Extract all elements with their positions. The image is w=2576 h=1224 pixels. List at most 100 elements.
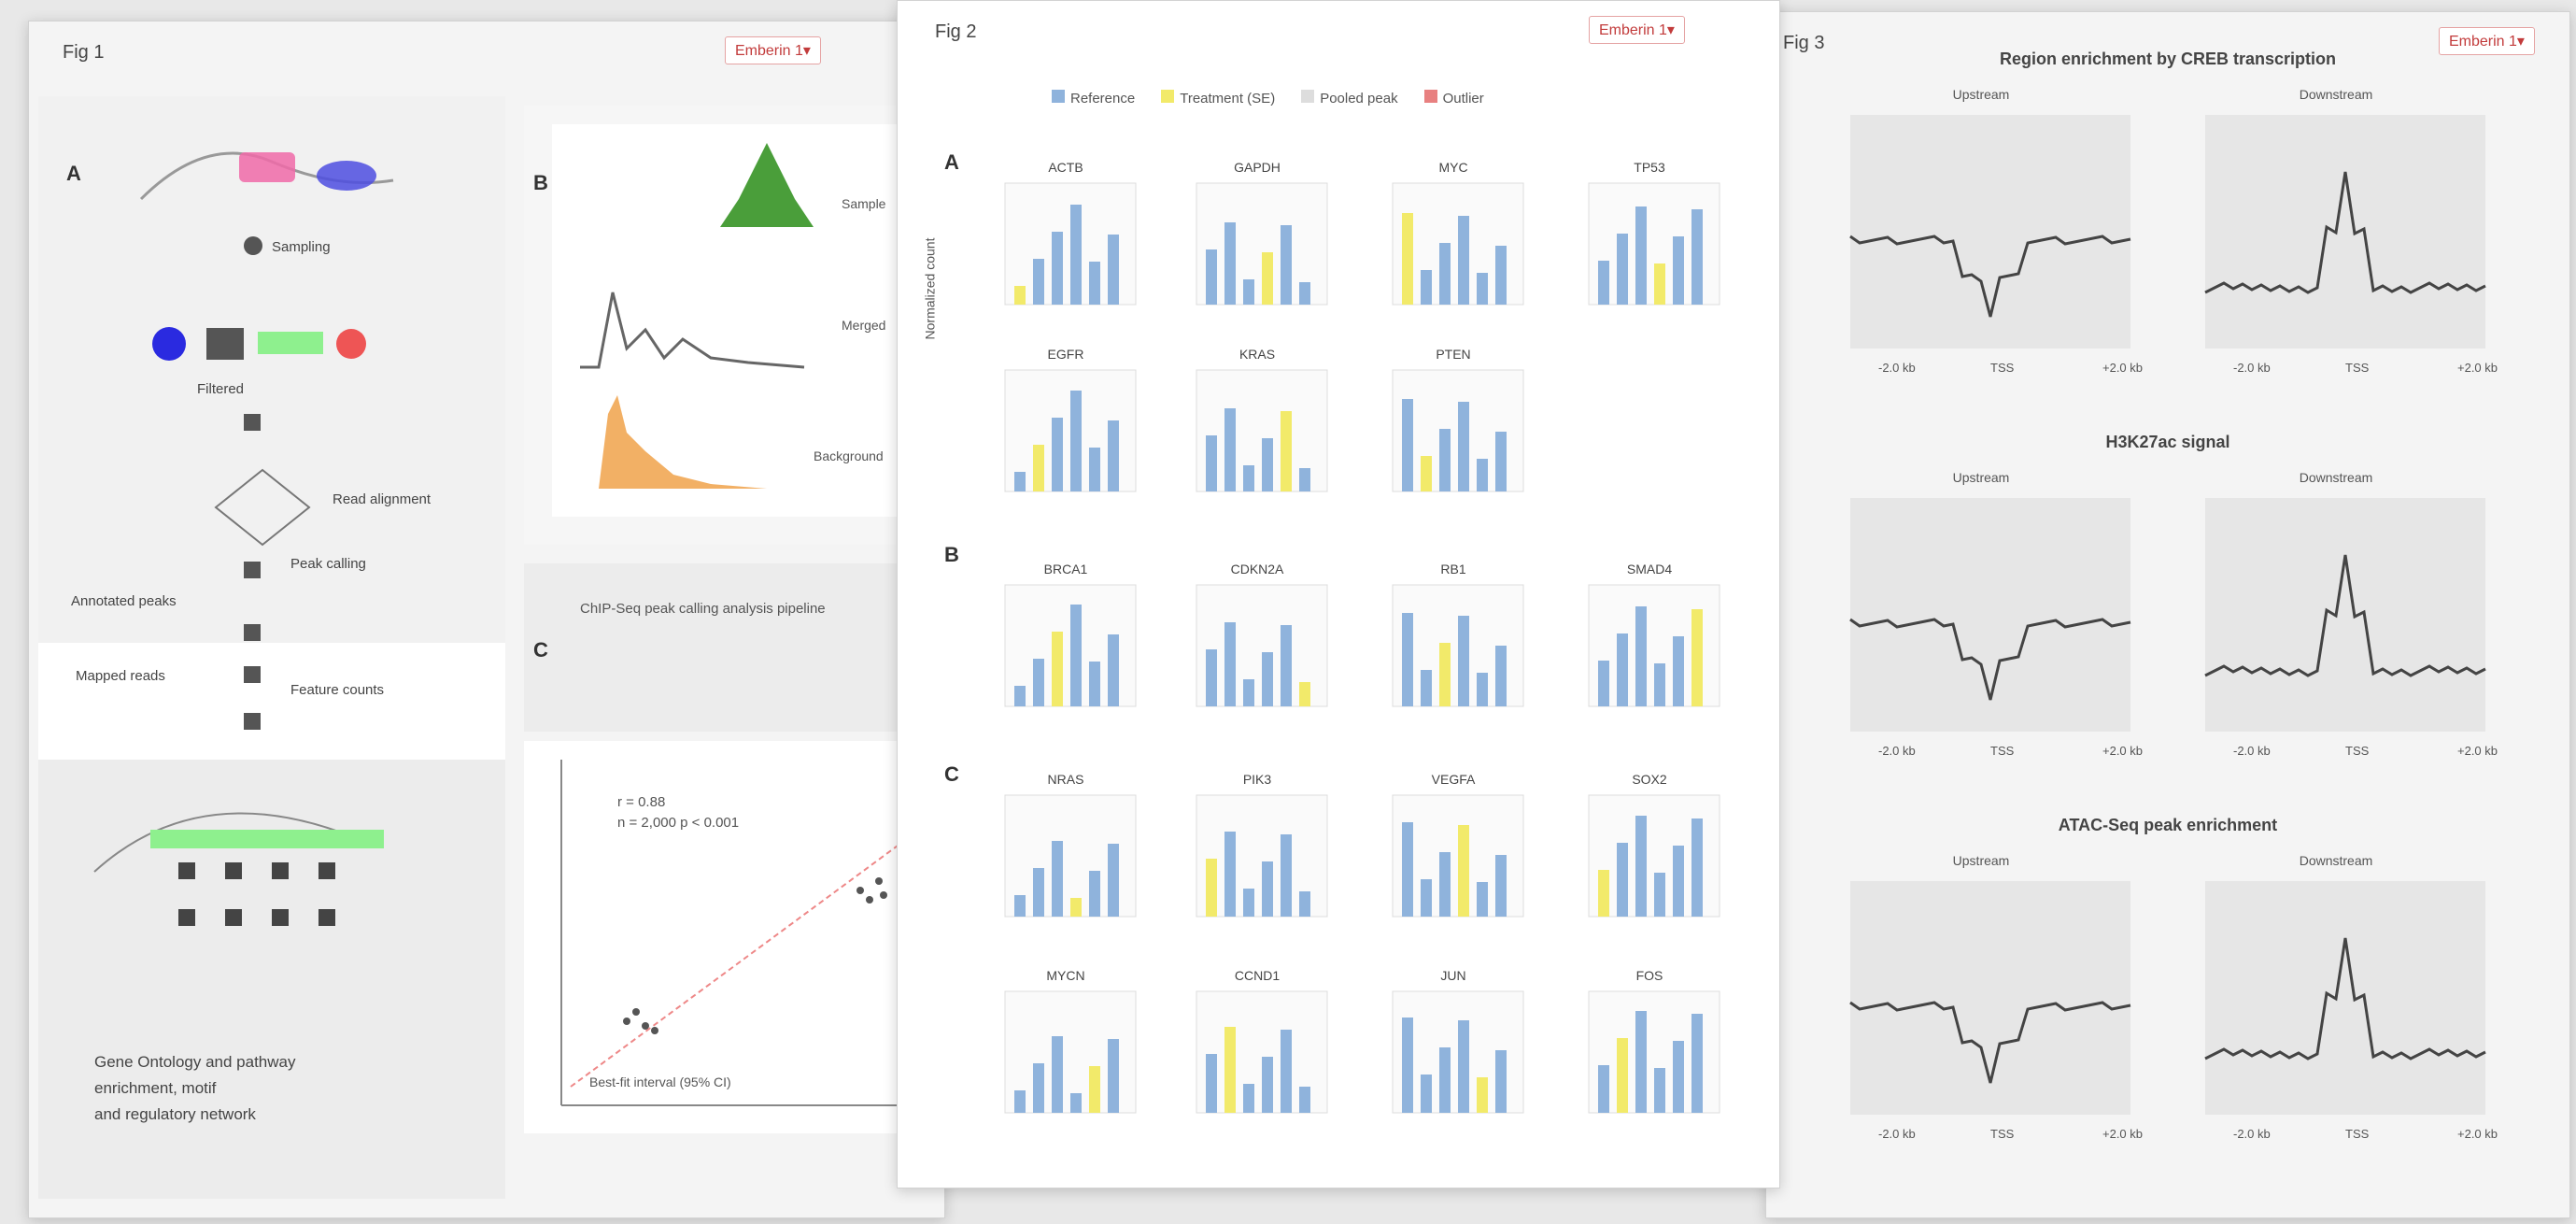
subplot-bar: [1299, 282, 1310, 305]
fig2-subplot: CDKN2A: [1178, 562, 1337, 730]
pipeline-label-6: Feature counts: [290, 682, 384, 698]
fig3-section-title: H3K27ac signal: [2105, 433, 2230, 451]
fig1-panel-c: C ChIP-Seq peak calling analysis pipelin…: [524, 563, 944, 732]
subplot-bar: [1617, 234, 1628, 305]
profile-x-tick: +2.0 kb: [2457, 1127, 2498, 1141]
fig2-subplot: VEGFA: [1374, 772, 1533, 940]
subplot-bar: [1014, 286, 1026, 305]
profile-x-tick: +2.0 kb: [2457, 361, 2498, 375]
pipeline-label-4: Annotated peaks: [71, 593, 177, 609]
subplot-bar: [1598, 1065, 1609, 1113]
subplot-bar: [1052, 632, 1063, 706]
subplot-bar: [1224, 408, 1236, 491]
fig3-section-title: Region enrichment by CREB transcription: [1999, 50, 2337, 68]
fig2-subplot-title: ACTB: [1048, 160, 1083, 175]
subplot-bar: [1033, 1063, 1044, 1113]
fig1-panel-a-label: A: [66, 162, 81, 185]
fig1-titlebar[interactable]: Fig 1 Emberin 1▾: [29, 21, 944, 78]
fig2-titlebar[interactable]: Fig 2 Emberin 1▾: [898, 1, 1779, 57]
subplot-bar: [1673, 236, 1684, 305]
subplot-bar: [1402, 822, 1413, 917]
subplot-bar: [1224, 622, 1236, 706]
profile-x-tick: -2.0 kb: [2233, 361, 2271, 375]
pipeline-label-1: Filtered: [197, 381, 244, 397]
fig1-pipeline-panel: A Sampling Filtered Read alignment Peak …: [38, 96, 505, 769]
subplot-bar: [1635, 1011, 1647, 1113]
subplot-bar: [1477, 882, 1488, 917]
subplot-bar: [1108, 420, 1119, 491]
fig2-subplot-title: FOS: [1635, 968, 1663, 983]
subplot-bar: [1477, 459, 1488, 491]
subplot-bar: [1421, 270, 1432, 305]
subplot-bar: [1654, 663, 1665, 706]
subplot-bar: [1070, 605, 1082, 706]
subplot-bar: [1495, 432, 1507, 491]
fig2-subplot: MYC: [1374, 160, 1533, 328]
subplot-bar: [1262, 438, 1273, 491]
fig2-subplot: SOX2: [1570, 772, 1729, 940]
fig3-subplot-title: Downstream: [2299, 853, 2373, 868]
fig3-subplot-title: Downstream: [2299, 87, 2373, 102]
subplot-bar: [1108, 1039, 1119, 1113]
fig2-subplot-chart: [1588, 990, 1720, 1114]
subplot-bar: [1495, 1050, 1507, 1113]
fig1-caption: Gene Ontology and pathway enrichment, mo…: [94, 1049, 295, 1128]
fig3-profile-plot: -2.0 kb TSS +2.0 kb: [2204, 881, 2498, 1141]
fig1-title: Fig 1: [63, 42, 105, 63]
subplot-bar: [1673, 636, 1684, 706]
fig2-subplot: JUN: [1374, 968, 1533, 1136]
scatter-stat-1: n = 2,000 p < 0.001: [617, 815, 739, 831]
subplot-bar: [1617, 1038, 1628, 1113]
fig2-subplot-title: MYCN: [1046, 968, 1085, 983]
subplot-bar: [1033, 445, 1044, 491]
fig2-subplot: EGFR: [986, 347, 1145, 515]
fig2-subplot-chart: [1392, 369, 1524, 492]
subplot-bar: [1108, 634, 1119, 706]
subplot-bar: [1262, 252, 1273, 305]
subplot-bar: [1070, 1093, 1082, 1113]
subplot-bar: [1635, 206, 1647, 305]
subplot-bar: [1458, 1020, 1469, 1113]
fig2-subplot-chart: [1004, 794, 1137, 918]
fig2-subplot-title: SMAD4: [1626, 562, 1673, 576]
fig2-subplot: BRCA1: [986, 562, 1145, 730]
legend-item: Outlier: [1423, 90, 1484, 107]
fig1-dropdown-button[interactable]: Emberin 1▾: [725, 36, 821, 64]
subplot-bar: [1458, 825, 1469, 917]
subplot-bar: [1281, 1030, 1292, 1113]
subplot-bar: [1070, 898, 1082, 917]
subplot-bar: [1299, 1087, 1310, 1113]
subplot-bar: [1439, 1047, 1451, 1113]
fig3-subplot-title: Downstream: [2299, 470, 2373, 485]
fig2-subplot-title: PTEN: [1436, 347, 1471, 362]
legend-item: Treatment (SE): [1161, 90, 1275, 107]
subplot-bar: [1421, 670, 1432, 706]
fig2-subplot: NRAS: [986, 772, 1145, 940]
fig2-row-axis-label: Normalized count: [922, 237, 938, 340]
fig3-profile-plot: -2.0 kb TSS +2.0 kb: [1849, 115, 2143, 375]
fig2-subplot: ACTB: [986, 160, 1145, 328]
subplot-bar: [1421, 1075, 1432, 1113]
fig2-subplot-chart: [1004, 990, 1137, 1114]
subplot-bar: [1691, 609, 1703, 706]
pipeline-label-2: Read alignment: [333, 491, 432, 507]
subplot-bar: [1635, 816, 1647, 917]
subplot-bar: [1598, 870, 1609, 917]
fig2-subplot-title: SOX2: [1632, 772, 1667, 787]
subplot-bar: [1458, 616, 1469, 706]
pipeline-label-3: Peak calling: [290, 556, 366, 572]
subplot-bar: [1052, 232, 1063, 305]
fig1-scatter: r = 0.88 n = 2,000 p < 0.001 Best-fit in…: [560, 760, 927, 1106]
subplot-bar: [1299, 891, 1310, 917]
hist-label-2: Background: [814, 448, 884, 463]
fig2-dropdown-button[interactable]: Emberin 1▾: [1589, 16, 1685, 44]
profile-band: [2205, 498, 2485, 732]
profile-x-tick: TSS: [2345, 361, 2370, 375]
subplot-bar: [1654, 873, 1665, 917]
fig3-section: Region enrichment by CREB transcription U…: [1785, 50, 2551, 423]
subplot-bar: [1070, 205, 1082, 305]
subplot-bar: [1262, 652, 1273, 706]
fig2-subplot-chart: [1588, 794, 1720, 918]
subplot-bar: [1458, 216, 1469, 305]
legend-swatch: [1052, 90, 1065, 103]
